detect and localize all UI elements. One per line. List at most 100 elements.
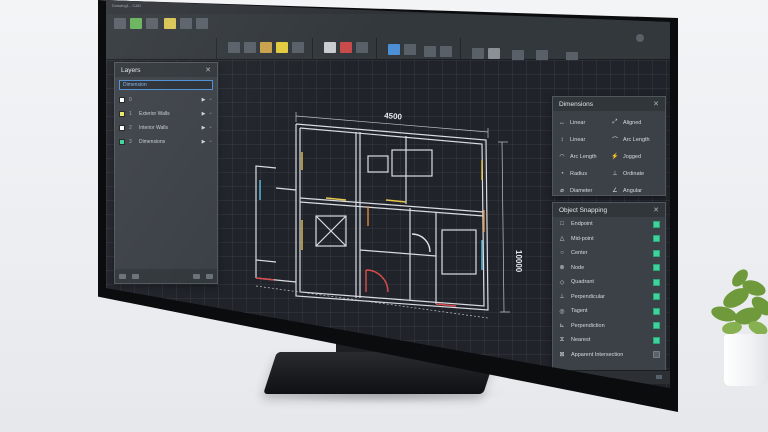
new-file-icon[interactable] [114, 18, 126, 29]
workspace-icon[interactable] [636, 34, 644, 42]
dimension-tool-icon[interactable] [356, 42, 368, 53]
layer-color-swatch[interactable] [119, 125, 125, 131]
open-file-icon[interactable] [130, 18, 142, 29]
move-tool-icon[interactable] [228, 42, 240, 53]
snap-tagent-icon: ◎ [559, 308, 565, 315]
close-icon[interactable]: ✕ [653, 100, 659, 108]
dimensions-panel: Dimensions ✕ ↔ Linear ⤢ Aligned ↕ Linear ⌒ Arc … [552, 96, 666, 196]
dimension-tool-label: Jogged [623, 153, 642, 160]
settings-icon[interactable] [656, 375, 662, 379]
snap-toggle-checkbox[interactable] [653, 336, 660, 344]
snap-toggle-checkbox[interactable] [653, 220, 660, 228]
visibility-icon[interactable]: ▶ [201, 139, 206, 145]
layer-row[interactable]: 3 Dimensions ▶ ▫ [115, 135, 217, 149]
mirror-tool-icon[interactable] [276, 42, 288, 53]
block-create-icon[interactable] [440, 46, 452, 57]
app-titlebar: Drawing1 - CAD [106, 0, 670, 14]
lock-icon[interactable]: ▫ [208, 111, 213, 117]
ribbon-toolbar [106, 14, 670, 68]
snap-row: ⧖ Nearest [553, 333, 665, 348]
dimension-tool-arc-length[interactable]: ◠ Arc Length [558, 149, 607, 164]
visibility-icon[interactable]: ▶ [201, 97, 206, 103]
layer-color-swatch[interactable] [119, 139, 125, 145]
width-dimension-label: 4500 [384, 111, 403, 122]
plant-pot [724, 334, 768, 386]
delete-layer-icon[interactable] [132, 273, 139, 279]
snap-label: Perpendiction [571, 322, 605, 329]
layer-row[interactable]: 1 Exterior Walls ▶ ▫ [115, 107, 217, 121]
snap-label: Nearest [571, 337, 591, 344]
dimension-tool-ordinate[interactable]: ⊥ Ordinate [611, 166, 660, 181]
layer-list: 0 ▶ ▫ 1 Exterior Walls ▶ ▫ 2 Interior Walls ▶ ▫ 3 Di… [115, 93, 217, 149]
snap-toggle-checkbox[interactable] [653, 307, 660, 315]
layer-properties-icon[interactable] [388, 44, 400, 55]
object-snapping-panel: Object Snapping ✕ □ Endpoint △ Mid-point ○ Ce… [552, 202, 666, 378]
snap-toggle-checkbox[interactable] [653, 249, 660, 257]
dimension-tool-angular[interactable]: ∠ Angular [611, 183, 660, 198]
layer-color-swatch[interactable] [119, 111, 125, 117]
dimension-tool-arc-length[interactable]: ⌒ Arc Length [611, 132, 660, 147]
radius-icon: ◔ [560, 170, 564, 177]
close-icon[interactable]: ✕ [653, 206, 659, 214]
text-tool-icon[interactable] [324, 42, 336, 53]
save-icon[interactable] [146, 18, 158, 29]
snap-endpoint-icon: □ [560, 220, 564, 227]
visibility-icon[interactable]: ▶ [201, 125, 206, 131]
hatch-tool-icon[interactable] [340, 42, 352, 53]
dimensions-panel-header: Dimensions ✕ [553, 97, 665, 111]
snap-mid-point-icon: △ [559, 236, 565, 243]
snap-row: ○ Center [553, 246, 665, 261]
lock-icon[interactable]: ▫ [208, 125, 213, 131]
circle-tool-icon[interactable] [196, 18, 208, 29]
dimension-tool-radius[interactable]: ◔ Radius [558, 166, 607, 181]
layer-row[interactable]: 2 Interior Walls ▶ ▫ [115, 121, 217, 135]
dimension-tool-linear[interactable]: ↔ Linear [558, 115, 607, 130]
polyline-tool-icon[interactable] [180, 18, 192, 29]
copy-tool-icon[interactable] [244, 42, 256, 53]
properties-icon[interactable] [472, 48, 484, 59]
match-properties-icon[interactable] [488, 48, 500, 59]
rotate-tool-icon[interactable] [260, 42, 272, 53]
dimension-tool-label: Diameter [570, 187, 593, 194]
layer-filter-input[interactable]: Dimension [119, 80, 213, 90]
snap-toggle-checkbox[interactable] [653, 235, 660, 243]
snap-toggle-checkbox[interactable] [653, 322, 660, 330]
snap-row: □ Endpoint [553, 217, 665, 232]
new-layer-icon[interactable] [119, 273, 126, 279]
lock-icon[interactable]: ▫ [208, 97, 213, 103]
snap-label: Quadrant [571, 279, 594, 286]
dimension-tool-jogged[interactable]: ⚡ Jogged [611, 149, 660, 164]
layer-color-swatch[interactable] [119, 97, 125, 103]
layer-state-icon[interactable] [404, 44, 416, 55]
angular-icon: ∠ [612, 188, 618, 194]
line-tool-icon[interactable] [164, 18, 176, 29]
layer-row[interactable]: 0 ▶ ▫ [115, 93, 217, 107]
dimension-tool-label: Arc Length [570, 153, 597, 160]
snap-label: Apparent Intersection [571, 351, 624, 358]
snap-toggle-checkbox[interactable] [653, 264, 660, 272]
snap-label: Node [571, 264, 585, 271]
block-insert-icon[interactable] [424, 46, 436, 57]
snap-toggle-checkbox[interactable] [653, 351, 660, 359]
lock-icon[interactable]: ▫ [208, 139, 213, 145]
snap-nearest-icon: ⧖ [559, 336, 565, 343]
snap-label: Tagent [571, 308, 588, 315]
close-icon[interactable]: ✕ [205, 66, 211, 74]
snap-label: Perpendicular [571, 293, 605, 300]
snap-toggle-checkbox[interactable] [653, 293, 660, 301]
dimension-tool-label: Radius [570, 170, 588, 177]
dimension-tool-diameter[interactable]: ⌀ Diameter [558, 183, 607, 198]
snap-center-icon: ○ [560, 249, 564, 256]
layer-settings-icon[interactable] [193, 273, 200, 279]
dimension-tool-label: Angular [623, 187, 642, 194]
aligned-dimension-icon: ⤢ [612, 119, 618, 125]
dimension-tool-aligned[interactable]: ⤢ Aligned [611, 115, 660, 130]
dimension-tool-linear[interactable]: ↕ Linear [558, 132, 607, 147]
snap-row: ◇ Quadrant [553, 275, 665, 290]
layer-menu-icon[interactable] [206, 273, 213, 279]
snap-toggle-checkbox[interactable] [653, 278, 660, 286]
snap-panel-header: Object Snapping ✕ [553, 203, 665, 217]
trim-tool-icon[interactable] [292, 42, 304, 53]
snap-panel-title: Object Snapping [559, 206, 608, 214]
visibility-icon[interactable]: ▶ [201, 111, 206, 117]
